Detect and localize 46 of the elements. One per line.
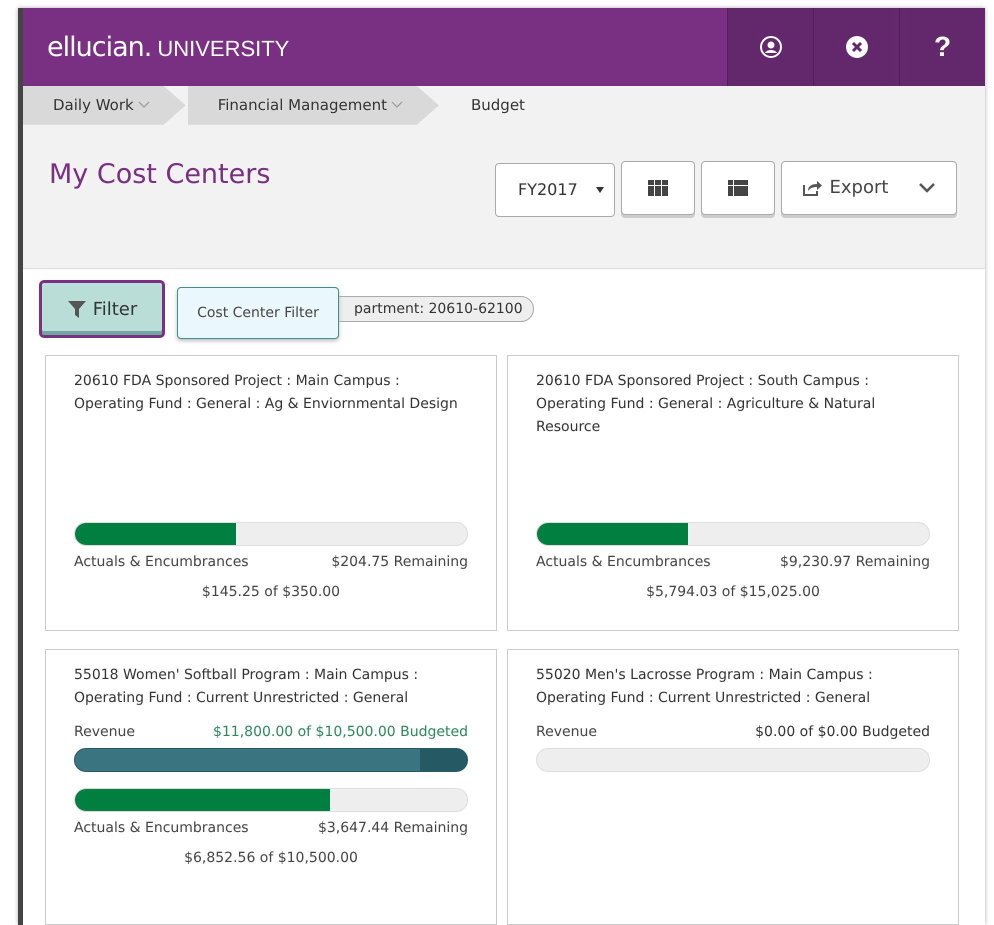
breadcrumb-link[interactable]: Financial Management bbox=[188, 86, 439, 125]
breadcrumb-link[interactable]: Daily Work bbox=[23, 86, 186, 125]
cost-center-card[interactable] bbox=[45, 649, 497, 925]
remaining-amount: $3,647.44 Remaining bbox=[318, 820, 468, 836]
help-button[interactable]: ? bbox=[899, 8, 985, 86]
remaining-amount: $9,230.97 Remaining bbox=[780, 554, 930, 570]
year-select[interactable]: FY2017 bbox=[495, 162, 615, 217]
actuals-label: Actuals & Encumbrances bbox=[74, 820, 249, 836]
list-view-button[interactable] bbox=[701, 160, 775, 215]
chevron-down-icon bbox=[390, 101, 403, 110]
card-title: 55020 Men's Lacrosse Program : Main Campus : Operating Fund : Current Unrestricted : General bbox=[536, 666, 874, 708]
actuals-total: $5,794.03 of $15,025.00 bbox=[645, 584, 821, 600]
page-title: My Cost Centers bbox=[49, 158, 270, 190]
budgeted-amount: $0.00 of $0.00 Budgeted bbox=[755, 724, 930, 740]
grid-view-button[interactable] bbox=[621, 160, 695, 215]
card-title: 20610 FDA Sponsored Project : South Campus : Operating Fund : General : Agriculture & Natural Resource bbox=[536, 372, 876, 437]
grid-view-icon bbox=[648, 180, 668, 196]
actuals-total: $6,852.56 of $10,500.00 bbox=[183, 850, 359, 866]
tooltip: Cost Center Filter bbox=[177, 287, 339, 339]
close-icon bbox=[844, 35, 868, 59]
close-button[interactable] bbox=[813, 8, 899, 86]
cost-center-card[interactable]: 20610 FDA Sponsored Project : South Campus : Operating Fund : General : Agriculture & Natural Resource Actuals & Encumbrances $9,230.97 Remaining $5,794.03 of $15,025.00 bbox=[507, 355, 959, 631]
logo-suffix: UNIVERSITY bbox=[157, 36, 290, 62]
budgeted-amount: $11,800.00 of $10,500.00 Budgeted bbox=[212, 724, 468, 740]
actuals-label: Actuals & Encumbrances bbox=[74, 554, 249, 570]
funnel-icon bbox=[66, 299, 87, 319]
cost-center-card[interactable]: 55020 Men's Lacrosse Program : Main Campus : Operating Fund : Current Unrestricted : General Revenue $0.00 of $0.00 Budgeted bbox=[507, 649, 959, 925]
actuals-total: $145.25 of $350.00 bbox=[200, 584, 342, 600]
actuals-label: Actuals & Encumbrances bbox=[536, 554, 711, 570]
chevron-down-icon bbox=[918, 182, 936, 194]
share-icon bbox=[802, 178, 822, 197]
filter-button[interactable]: Filter bbox=[39, 280, 165, 338]
card-title: 55018 Women' Softball Program : Main Campus : Operating Fund : Current Unrestricted : General bbox=[74, 666, 420, 708]
export-button[interactable]: Export bbox=[781, 160, 957, 215]
cost-center-card[interactable]: 20610 FDA Sponsored Project : Main Campus : Operating Fund : General : Ag & Enviornmental Design Actuals & Encumbrances $204.75 Remaining $145.25 of $350.00 bbox=[45, 355, 497, 631]
user-icon bbox=[758, 35, 782, 59]
card-title: 20610 FDA Sponsored Project : Main Campus : Operating Fund : General : Ag & Enviornmental Design bbox=[74, 372, 459, 414]
revenue-label: Revenue bbox=[536, 724, 597, 740]
user-button[interactable] bbox=[727, 8, 813, 86]
list-view-icon bbox=[728, 180, 748, 196]
chevron-down-icon bbox=[138, 101, 150, 110]
logo-text: ellucian. bbox=[47, 32, 152, 62]
breadcrumb-link[interactable]: Budget bbox=[440, 86, 535, 125]
revenue-label: Revenue bbox=[74, 724, 135, 740]
remaining-amount: $204.75 Remaining bbox=[331, 554, 468, 570]
caret-icon bbox=[596, 186, 604, 193]
